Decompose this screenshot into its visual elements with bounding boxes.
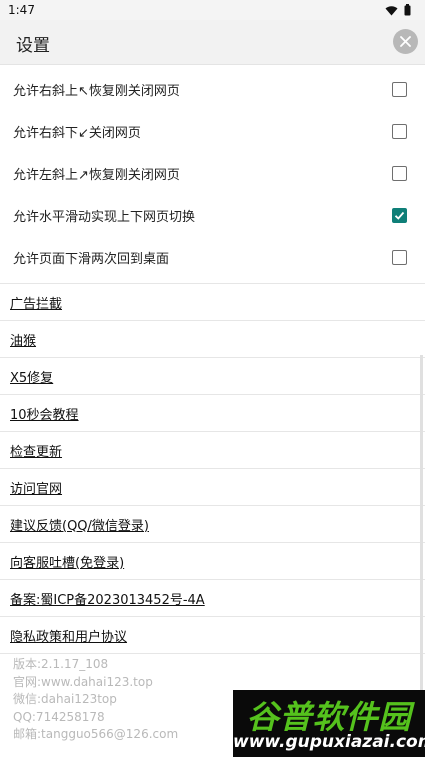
menu-label[interactable]: 向客服吐槽(免登录) <box>10 552 124 571</box>
menu-label[interactable]: 建议反馈(QQ/微信登录) <box>10 515 149 534</box>
setting-row-horizontal-swipe[interactable]: 允许水平滑动实现上下网页切换 <box>0 194 425 236</box>
close-button[interactable] <box>393 29 418 54</box>
menu-item-tutorial[interactable]: 10秒会教程 <box>0 394 425 431</box>
website-text: 官网:www.dahai123.top <box>13 674 153 689</box>
status-bar: 1:47 <box>0 0 425 20</box>
version-text: 版本:2.1.17_108 <box>13 657 109 671</box>
setting-label: 允许左斜上↗恢复刚关闭网页 <box>13 167 180 183</box>
setting-row-right-up-restore[interactable]: 允许右斜上↖恢复刚关闭网页 <box>0 68 425 110</box>
status-icons <box>385 4 411 16</box>
wifi-icon <box>385 5 398 15</box>
setting-label: 允许水平滑动实现上下网页切换 <box>13 209 196 225</box>
page-title: 设置 <box>16 36 50 56</box>
setting-row-left-up-restore[interactable]: 允许左斜上↗恢复刚关闭网页 <box>0 152 425 194</box>
app-info: 版本:2.1.17_108 官网:www.dahai123.top 微信:dah… <box>13 656 178 744</box>
menu-item-customer-service[interactable]: 向客服吐槽(免登录) <box>0 542 425 579</box>
menu-label[interactable]: X5修复 <box>10 367 53 386</box>
email-text: 邮箱:tangguo566@126.com <box>13 727 179 741</box>
menu-item-official-site[interactable]: 访问官网 <box>0 468 425 505</box>
menu-item-feedback[interactable]: 建议反馈(QQ/微信登录) <box>0 505 425 542</box>
menu-label[interactable]: 广告拦截 <box>10 293 62 312</box>
checkbox-checked[interactable] <box>392 207 407 223</box>
menu-item-ad-block[interactable]: 广告拦截 <box>0 283 425 320</box>
header: 设置 <box>0 20 425 65</box>
checkbox[interactable] <box>392 249 407 265</box>
status-time: 1:47 <box>8 3 35 17</box>
menu-label[interactable]: 检查更新 <box>10 441 62 460</box>
watermark-logo: 谷普软件园 www.gupuxiazai.com <box>233 690 425 757</box>
menu-label[interactable]: 10秒会教程 <box>10 404 79 423</box>
setting-label: 允许右斜上↖恢复刚关闭网页 <box>13 83 180 99</box>
checkbox[interactable] <box>392 165 407 181</box>
menu-item-privacy-policy[interactable]: 隐私政策和用户协议 <box>0 616 425 654</box>
gesture-settings: 允许右斜上↖恢复刚关闭网页 允许右斜下↙关闭网页 允许左斜上↗恢复刚关闭网页 允… <box>0 68 425 278</box>
menu-label[interactable]: 备案:蜀ICP备2023013452号-4A <box>10 589 205 608</box>
checkmark-icon <box>394 211 405 220</box>
menu-label[interactable]: 隐私政策和用户协议 <box>10 626 127 645</box>
checkbox[interactable] <box>392 123 407 139</box>
wechat-text: 微信:dahai123top <box>13 692 117 706</box>
menu-label[interactable]: 油猴 <box>10 330 36 349</box>
menu-label[interactable]: 访问官网 <box>10 478 62 497</box>
setting-label: 允许右斜下↙关闭网页 <box>13 125 141 141</box>
checkbox[interactable] <box>392 81 407 97</box>
watermark-url: www.gupuxiazai.com <box>233 732 425 752</box>
menu-item-check-update[interactable]: 检查更新 <box>0 431 425 468</box>
setting-row-double-swipe-desktop[interactable]: 允许页面下滑两次回到桌面 <box>0 236 425 278</box>
setting-label: 允许页面下滑两次回到桌面 <box>13 251 170 267</box>
close-icon <box>400 36 411 47</box>
qq-text: QQ:714258178 <box>13 709 105 724</box>
settings-menu: 广告拦截 油猴 X5修复 10秒会教程 检查更新 访问官网 建议反馈(QQ/微信… <box>0 283 425 654</box>
setting-row-right-down-close[interactable]: 允许右斜下↙关闭网页 <box>0 110 425 152</box>
battery-icon <box>404 4 411 16</box>
menu-item-x5-fix[interactable]: X5修复 <box>0 357 425 394</box>
menu-item-icp-record[interactable]: 备案:蜀ICP备2023013452号-4A <box>0 579 425 616</box>
menu-item-userscripts[interactable]: 油猴 <box>0 320 425 357</box>
